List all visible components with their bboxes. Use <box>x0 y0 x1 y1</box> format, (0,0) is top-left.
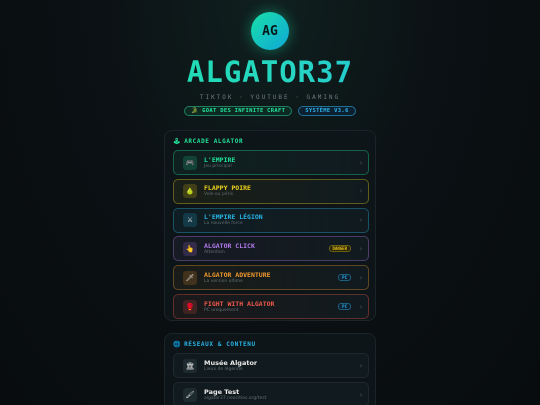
version-badge: SYSTÈME V3.6 <box>298 106 356 116</box>
networks-section: 🌐 RÉSEAUX & CONTENU 🏛 Musée Algator Lieux … <box>164 333 376 405</box>
goat-badge: 🐊 GOAT DES INFINITE CRAFT <box>184 106 293 116</box>
link-description: algator37.neocities.org/test <box>204 395 267 401</box>
pc-badge: PC <box>338 274 351 282</box>
page-subtitle: TIKTOK · YOUTUBE · GAMING <box>199 94 341 101</box>
link-card[interactable]: 🗡 ALGATOR ADVENTURE La version ultime PC › <box>173 265 369 291</box>
header-badges: 🐊 GOAT DES INFINITE CRAFT SYSTÈME V3.6 <box>0 106 540 116</box>
museum-icon: 🏛 <box>183 358 197 373</box>
link-title: ALGATOR CLICK <box>204 241 255 250</box>
link-card[interactable]: 🏛 Musée Algator Lieux de légende › <box>173 353 369 378</box>
networks-heading-label: RÉSEAUX & CONTENU <box>184 340 256 348</box>
link-card[interactable]: 🖌 Page Test algator37.neocities.org/test › <box>173 382 369 405</box>
link-card[interactable]: 👆 ALGATOR CLICK Attention DANGER › <box>173 236 369 262</box>
chevron-right-icon: › <box>359 273 363 282</box>
chevron-right-icon: › <box>359 187 363 196</box>
link-card[interactable]: 🥊 FIGHT WITH ALGATOR PC uniquement PC › <box>173 294 369 319</box>
boxing-icon: 🥊 <box>183 299 197 314</box>
link-card[interactable]: 🎮 L'EMPIRE Jeu principal › <box>173 150 369 175</box>
link-title: Page Test <box>204 387 240 396</box>
chevron-right-icon: › <box>359 158 363 167</box>
arcade-heading-label: ARCADE ALGATOR <box>184 137 244 145</box>
chevron-right-icon: › <box>359 302 363 311</box>
chevron-right-icon: › <box>359 244 363 253</box>
danger-badge: DANGER <box>328 245 351 253</box>
link-title: L'EMPIRE <box>204 155 236 164</box>
swords-icon: ⚔ <box>183 213 197 228</box>
link-description: La version ultime <box>204 278 243 284</box>
link-description: PC uniquement <box>204 307 239 313</box>
link-card[interactable]: 🍐 FLAPPY POIRE Vole ou péris › <box>173 178 369 204</box>
pc-badge: PC <box>338 303 351 310</box>
link-card[interactable]: ⚔ L'EMPIRE LÉGION La nouvelle force › <box>173 207 369 233</box>
link-description: Jeu principal <box>204 163 232 169</box>
link-description: Attention <box>204 249 225 255</box>
brush-icon: 🖌 <box>183 387 197 402</box>
link-title: L'EMPIRE LÉGION <box>204 213 263 222</box>
click-icon: 👆 <box>183 241 197 256</box>
networks-heading: 🌐 RÉSEAUX & CONTENU <box>165 337 375 351</box>
link-title: Musée Algator <box>204 358 258 367</box>
link-title: FIGHT WITH ALGATOR <box>204 299 275 308</box>
link-description: Vole ou péris <box>204 192 234 198</box>
sword-icon: 🗡 <box>183 270 197 285</box>
globe-icon: 🌐 <box>173 340 182 348</box>
arcade-section: 🕹 ARCADE ALGATOR 🎮 L'EMPIRE Jeu principal ›… <box>164 130 376 321</box>
avatar: AG <box>251 12 289 50</box>
page-title: ALGATOR37 <box>0 55 540 89</box>
link-description: Lieux de légende <box>204 366 243 372</box>
chevron-right-icon: › <box>359 216 363 225</box>
gamepad-icon: 🎮 <box>183 155 197 170</box>
chevron-right-icon: › <box>359 361 363 370</box>
link-description: La nouvelle force <box>204 221 243 227</box>
link-title: ALGATOR ADVENTURE <box>204 270 271 279</box>
chevron-right-icon: › <box>359 390 363 399</box>
pear-icon: 🍐 <box>183 184 197 199</box>
joystick-icon: 🕹 <box>173 137 182 145</box>
arcade-heading: 🕹 ARCADE ALGATOR <box>165 134 375 148</box>
